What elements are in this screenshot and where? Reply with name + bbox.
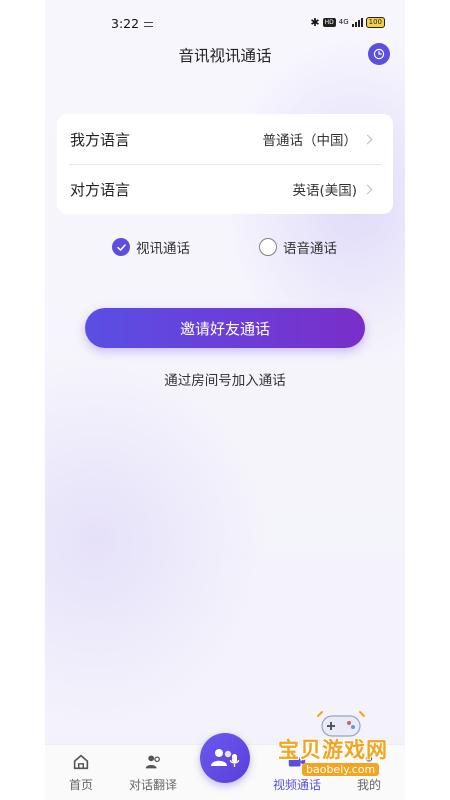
language-card: 我方语言 普通话（中国） 对方语言 英语(美国) — [57, 114, 393, 214]
status-time: 3:22 — [111, 16, 140, 31]
checked-radio-icon — [112, 238, 130, 256]
tab-mine-label: 我的 — [356, 778, 381, 792]
other-language-row[interactable]: 对方语言 英语(美国) — [57, 164, 393, 214]
clock-icon — [373, 48, 385, 60]
tab-dialog-label: 对话翻译 — [128, 778, 177, 792]
tab-dialog-translate[interactable]: 对话翻译 — [113, 751, 193, 793]
chevron-right-icon — [362, 134, 373, 144]
voice-call-option[interactable]: 语音通话 — [259, 237, 337, 257]
bluetooth-icon: ✱ — [310, 16, 320, 29]
app-screen: 3:22 ✱ HD 4G 100 音讯视讯通话 我方语言 普通话（中国） 对方语… — [45, 0, 405, 800]
background-glow — [45, 360, 265, 720]
video-camera-icon — [286, 751, 308, 773]
signal-icon — [351, 18, 363, 27]
tab-video-label: 视频通话 — [272, 778, 321, 792]
status-icons: ✱ HD 4G 100 — [310, 16, 385, 29]
voice-call-label: 语音通话 — [283, 241, 337, 257]
users-icon — [142, 751, 164, 773]
tab-mine[interactable]: 我的 — [329, 751, 405, 793]
video-call-option[interactable]: 视讯通话 — [112, 237, 190, 257]
person-icon — [358, 751, 380, 773]
my-language-value: 普通话（中国） — [262, 133, 358, 149]
battery-icon: 100 — [365, 17, 385, 28]
invite-friend-button[interactable]: 邀请好友通话 — [85, 308, 365, 348]
other-language-value: 英语(美国) — [292, 183, 357, 199]
page-title: 音讯视讯通话 — [178, 47, 272, 65]
hd-badge: HD — [322, 18, 336, 27]
tab-home-label: 首页 — [68, 778, 93, 792]
my-language-row[interactable]: 我方语言 普通话（中国） — [57, 114, 393, 164]
my-language-label: 我方语言 — [70, 130, 131, 149]
tab-home[interactable]: 首页 — [45, 751, 121, 793]
status-bar: 3:22 ✱ HD 4G 100 — [45, 14, 405, 34]
other-language-label: 对方语言 — [70, 180, 131, 199]
history-button[interactable] — [368, 43, 390, 65]
chevron-right-icon — [362, 184, 373, 194]
tab-video-call[interactable]: 视频通话 — [257, 751, 337, 793]
sim-icon — [144, 22, 153, 27]
start-call-button[interactable] — [200, 733, 250, 783]
join-by-room-link[interactable]: 通过房间号加入通话 — [45, 369, 405, 389]
group-microphone-icon — [211, 749, 240, 767]
home-icon — [70, 751, 92, 773]
unchecked-radio-icon — [259, 238, 277, 256]
network-label: 4G — [338, 18, 349, 26]
video-call-label: 视讯通话 — [136, 241, 190, 257]
